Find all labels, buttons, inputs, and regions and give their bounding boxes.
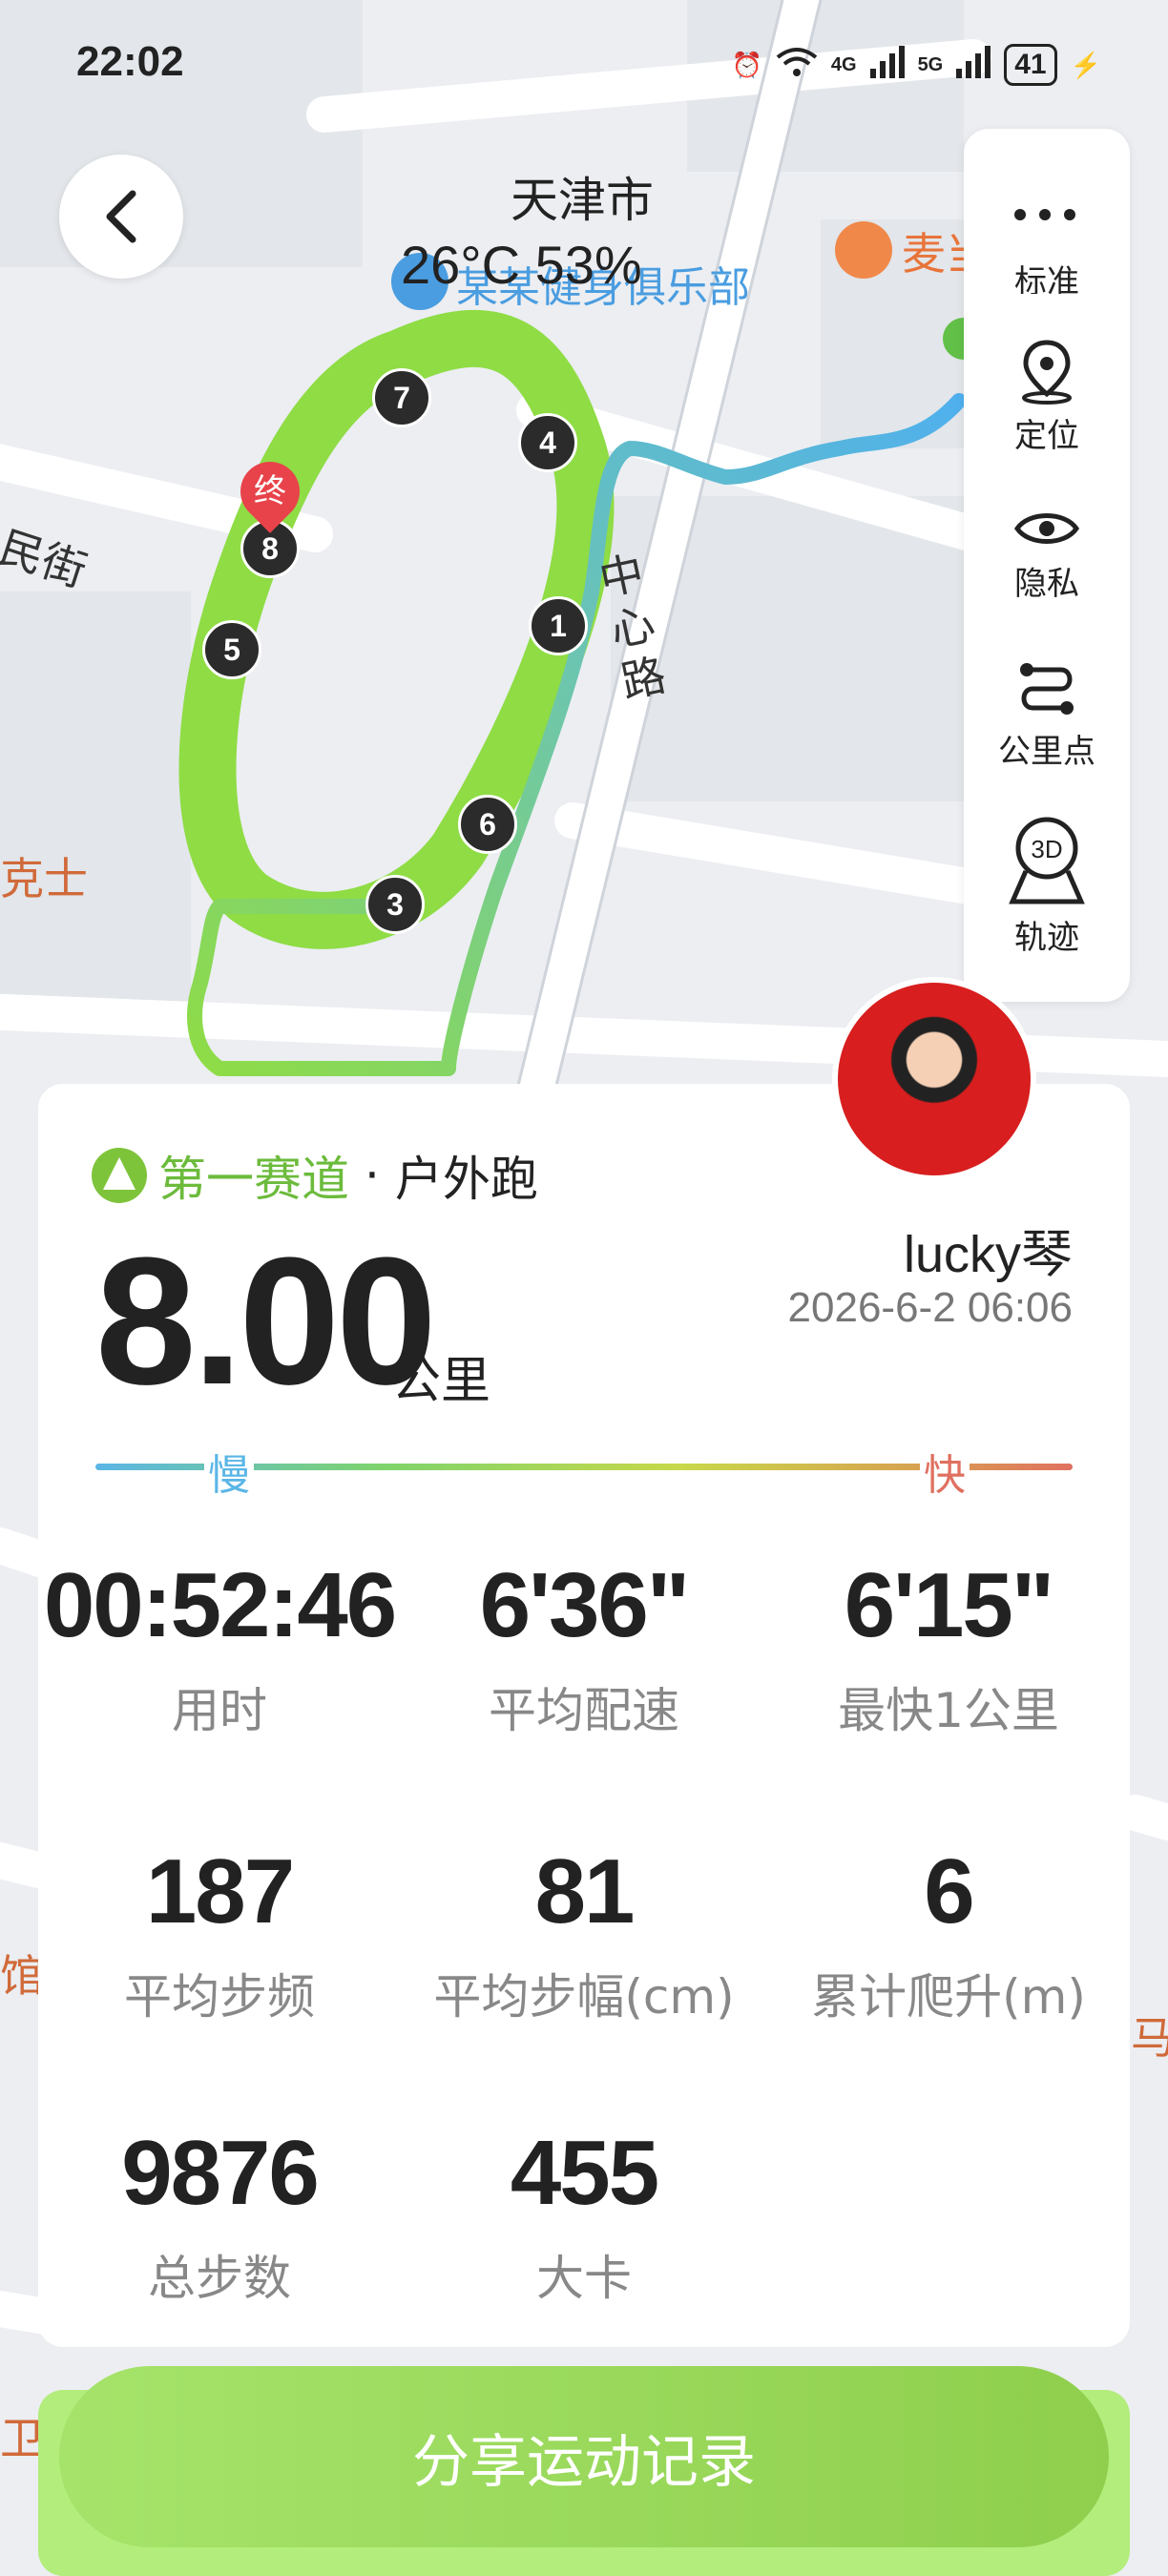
route-icon xyxy=(1020,663,1074,715)
stat-label: 平均步频 xyxy=(124,1969,315,2025)
tool-locate[interactable]: 定位 xyxy=(964,339,1130,456)
map-poi-left: 克士 xyxy=(0,853,88,904)
km-marker-1: 1 xyxy=(529,596,588,655)
tool-km-points-label: 公里点 xyxy=(998,733,1095,771)
stat-value: 6'15" xyxy=(844,1554,1055,1656)
pace-slow-label: 慢 xyxy=(204,1441,254,1502)
stat-value: 455 xyxy=(510,2122,659,2224)
brand-row: 第一赛道 · 户外跑 xyxy=(92,1141,538,1210)
more-button[interactable] xyxy=(983,162,1107,267)
stat-label: 平均配速 xyxy=(489,1683,679,1738)
status-time: 22:02 xyxy=(76,38,184,85)
stat-value: 187 xyxy=(145,1840,295,1942)
avatar-image xyxy=(838,983,1031,1175)
user-avatar[interactable] xyxy=(832,977,1036,1181)
tool-locate-label: 定位 xyxy=(1014,417,1079,455)
more-dot-icon xyxy=(1039,209,1051,220)
eye-icon xyxy=(1013,513,1080,544)
chevron-left-icon xyxy=(106,190,136,243)
stat-duration: 00:52:46 用时 xyxy=(38,1560,401,1741)
brand-logo-icon xyxy=(92,1148,147,1203)
svg-text:3D: 3D xyxy=(1031,835,1062,863)
tool-km-points[interactable]: 公里点 xyxy=(964,658,1130,772)
network-4g-label: 4G xyxy=(830,53,857,75)
stat-label: 总步数 xyxy=(148,2251,291,2306)
more-dot-icon xyxy=(1064,209,1075,220)
map-style-label[interactable]: 标准 xyxy=(964,256,1130,294)
activity-type: 户外跑 xyxy=(394,1152,538,1207)
stat-label: 用时 xyxy=(172,1683,267,1738)
tool-track[interactable]: 3D 轨迹 xyxy=(964,816,1130,958)
pace-fast-label: 快 xyxy=(920,1441,970,1502)
stat-label: 最快1公里 xyxy=(838,1683,1059,1738)
wifi-icon xyxy=(776,46,818,85)
stat-avg-pace: 6'36" 平均配速 xyxy=(403,1560,765,1741)
signal-icon-2 xyxy=(956,45,991,85)
stat-calories: 455 大卡 xyxy=(403,2128,765,2309)
back-button[interactable] xyxy=(59,155,183,279)
status-icons: ⏰ 4G 5G 41 ⚡ xyxy=(731,44,1101,86)
charging-icon: ⚡ xyxy=(1070,50,1101,79)
alarm-icon: ⏰ xyxy=(731,50,762,79)
end-marker-label: 终 xyxy=(254,472,286,510)
stat-stride: 81 平均步幅(cm) xyxy=(403,1846,765,2027)
stat-cadence: 187 平均步频 xyxy=(38,1846,401,2027)
city-name: 天津市 xyxy=(511,173,654,228)
km-marker-5: 5 xyxy=(202,620,261,679)
share-record-button[interactable]: 分享运动记录 xyxy=(59,2366,1109,2547)
distance-value: 8.00 xyxy=(95,1220,437,1423)
stat-value: 81 xyxy=(534,1840,636,1942)
km-marker-7: 7 xyxy=(372,368,431,427)
stat-elevation: 6 累计爬升(m) xyxy=(767,1846,1130,2027)
tool-privacy[interactable]: 隐私 xyxy=(964,504,1130,604)
signal-icon-1 xyxy=(869,45,905,85)
username: lucky琴 xyxy=(903,1226,1073,1283)
brand-name: 第一赛道 xyxy=(158,1152,349,1207)
end-marker: 终 xyxy=(228,449,312,533)
distance-unit: 公里 xyxy=(391,1353,491,1410)
stat-label: 大卡 xyxy=(536,2251,632,2306)
km-marker-6: 6 xyxy=(458,795,517,854)
stat-fastest-km: 6'15" 最快1公里 xyxy=(767,1560,1130,1741)
stat-value: 9876 xyxy=(121,2122,320,2224)
map-poi-right-lower: 马 xyxy=(1131,2012,1168,2064)
stat-value: 6 xyxy=(924,1840,974,1942)
battery-level: 41 xyxy=(1004,44,1057,86)
weather-info: 26°C 53% xyxy=(401,235,642,295)
stat-value: 00:52:46 xyxy=(43,1554,397,1656)
tool-track-label: 轨迹 xyxy=(1014,919,1079,957)
activity-datetime: 2026-6-2 06:06 xyxy=(787,1284,1073,1331)
more-dot-icon xyxy=(1014,209,1026,220)
status-bar: 22:02 ⏰ 4G 5G 41 ⚡ xyxy=(0,38,1168,95)
km-marker-4: 4 xyxy=(518,413,577,472)
km-marker-3: 3 xyxy=(365,875,425,934)
tool-privacy-label: 隐私 xyxy=(1014,565,1079,603)
network-5g-label: 5G xyxy=(917,53,944,75)
3d-pin-icon: 3D xyxy=(1009,817,1085,904)
stat-label: 累计爬升(m) xyxy=(811,1969,1086,2025)
stat-value: 6'36" xyxy=(479,1554,691,1656)
stat-steps: 9876 总步数 xyxy=(38,2128,401,2309)
brand-separator: · xyxy=(365,1148,380,1203)
stat-label: 平均步幅(cm) xyxy=(433,1969,735,2025)
location-pin-icon xyxy=(1022,340,1072,405)
